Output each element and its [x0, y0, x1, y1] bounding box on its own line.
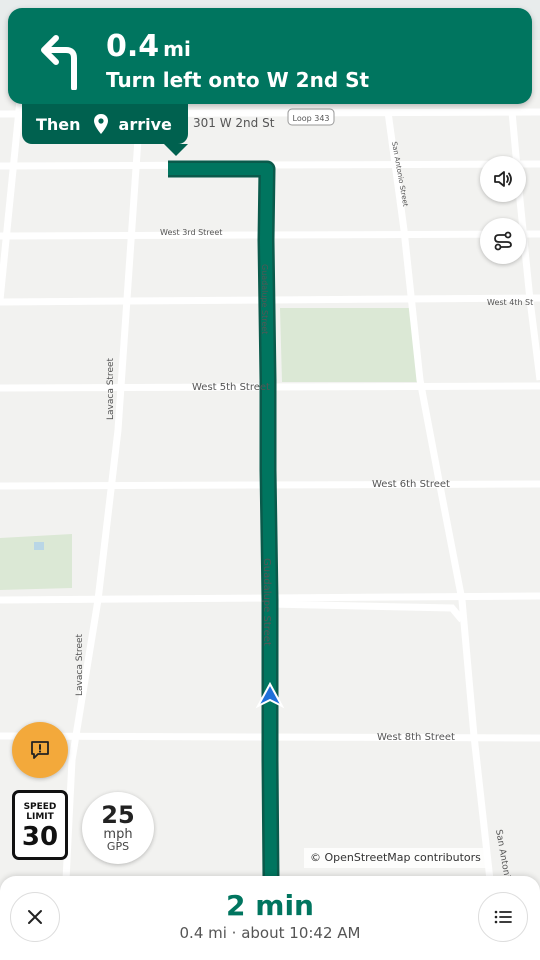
- speed-limit-value: 30: [21, 822, 59, 852]
- park-area: [280, 308, 420, 382]
- turn-left-icon: [41, 35, 77, 90]
- speed-limit-title-line1: SPEED: [23, 802, 57, 812]
- current-speed-source: GPS: [106, 840, 130, 853]
- trip-summary-panel[interactable]: 2 min 0.4 mi · about 10:42 AM: [0, 876, 540, 960]
- speaker-icon: [494, 171, 512, 187]
- label-west-5th: West 5th Street: [192, 382, 270, 393]
- map-attribution[interactable]: © OpenStreetMap contributors: [304, 848, 487, 868]
- instruction-banner[interactable]: 0.4 mi Turn left onto W 2nd St: [8, 8, 532, 104]
- then-label: Then: [36, 114, 81, 134]
- mute-button[interactable]: [480, 156, 526, 202]
- maneuver-instruction: Turn left onto W 2nd St: [106, 68, 370, 92]
- distance-unit: mi: [163, 37, 191, 61]
- report-icon: [31, 741, 49, 759]
- current-speed-value: 25: [101, 801, 135, 829]
- map-view[interactable]: West 3rd Street West 4th St West 5th Str…: [0, 0, 540, 960]
- route-shield-label: Loop 343: [293, 114, 330, 123]
- then-action: arrive: [118, 114, 172, 134]
- steps-list-button[interactable]: [478, 892, 528, 942]
- label-lavaca-north: Lavaca Street: [106, 357, 116, 420]
- pin-icon: [93, 114, 108, 134]
- address-label: 301 W 2nd St: [193, 116, 275, 130]
- speed-limit-sign: SPEED LIMIT 30: [12, 790, 68, 860]
- next-maneuver-banner[interactable]: Then arrive: [22, 104, 188, 156]
- maneuver-distance: 0.4 mi: [106, 30, 191, 66]
- route-overview-button[interactable]: [480, 218, 526, 264]
- label-lavaca-south: Lavaca Street: [75, 633, 85, 696]
- speed-limit-title-line2: LIMIT: [26, 812, 54, 822]
- banner-pointer: [164, 144, 188, 156]
- trip-duration: 2 min: [226, 889, 314, 922]
- report-button[interactable]: [12, 722, 68, 778]
- label-west-4th: West 4th St: [487, 298, 533, 307]
- route-icon: [494, 231, 512, 251]
- label-west-6th: West 6th Street: [372, 479, 450, 490]
- label-west-8th: West 8th Street: [377, 732, 455, 743]
- label-guadalupe-south: Guadalupe Street: [261, 558, 272, 646]
- current-speed-indicator: 25 mph GPS: [82, 792, 154, 864]
- distance-value: 0.4: [106, 29, 160, 64]
- speed-limit-title: SPEED LIMIT: [15, 802, 65, 822]
- pond: [34, 542, 44, 550]
- list-icon: [494, 910, 512, 924]
- trip-summary: 0.4 mi · about 10:42 AM: [179, 924, 361, 942]
- label-guadalupe-north: Guadalupe Street: [260, 264, 269, 334]
- label-west-3rd: West 3rd Street: [160, 228, 222, 237]
